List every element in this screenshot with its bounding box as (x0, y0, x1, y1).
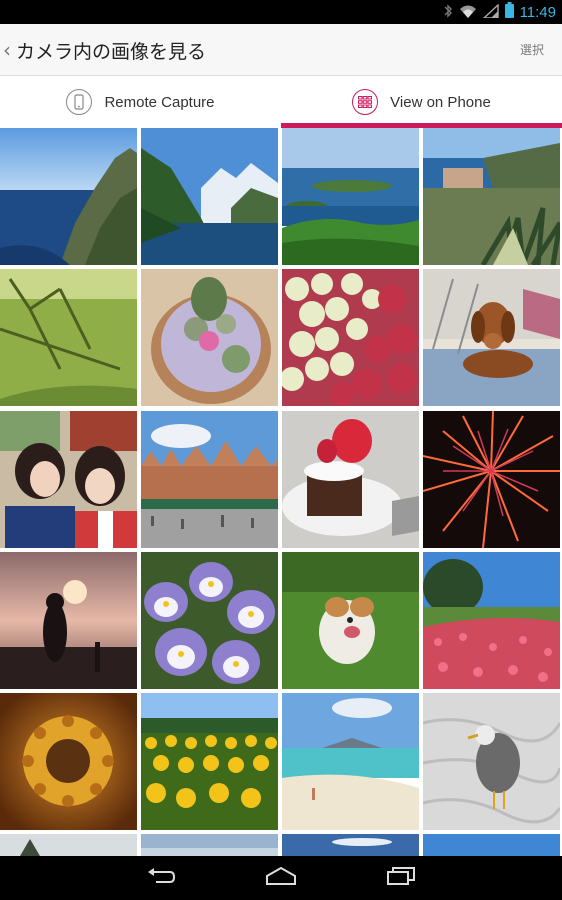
photo-thumbnail[interactable] (0, 411, 137, 548)
tab-view-on-phone[interactable]: View on Phone (281, 76, 562, 128)
tab-remote-capture-label: Remote Capture (104, 93, 215, 111)
status-time: 11:49 (519, 3, 556, 21)
grid-icon (352, 89, 379, 115)
status-icons: 11:49 (443, 0, 556, 24)
recent-apps-icon (386, 866, 416, 890)
photo-thumbnail[interactable] (0, 693, 137, 830)
photo-thumbnail[interactable] (282, 411, 419, 548)
status-bar: 11:49 (0, 0, 562, 24)
photo-thumbnail[interactable] (141, 834, 278, 856)
photo-thumbnail[interactable] (423, 128, 560, 265)
photo-thumbnail[interactable] (0, 552, 137, 689)
back-arrow-icon (146, 866, 176, 890)
back-button[interactable] (141, 864, 181, 892)
photo-thumbnail[interactable] (141, 128, 278, 265)
photo-thumbnail[interactable] (141, 269, 278, 406)
page-title[interactable]: カメラ内の画像を見る (16, 37, 206, 64)
navigation-bar (0, 856, 562, 900)
action-bar: ‹ カメラ内の画像を見る 選択 (0, 24, 562, 76)
photo-thumbnail[interactable] (423, 693, 560, 830)
home-icon (265, 866, 297, 890)
battery-icon (504, 2, 514, 22)
photo-thumbnail[interactable] (0, 269, 137, 406)
recent-apps-button[interactable] (381, 864, 421, 892)
back-chevron-icon[interactable]: ‹ (3, 38, 11, 62)
tab-bar: Remote Capture View on Phone (0, 76, 562, 128)
photo-thumbnail[interactable] (423, 411, 560, 548)
photo-thumbnail[interactable] (282, 693, 419, 830)
photo-thumbnail[interactable] (0, 834, 137, 856)
bluetooth-icon (443, 3, 453, 22)
wifi-icon (459, 3, 477, 22)
photo-thumbnail[interactable] (0, 128, 137, 265)
photo-thumbnail[interactable] (282, 834, 419, 856)
photo-thumbnail[interactable] (141, 693, 278, 830)
photo-thumbnail[interactable] (141, 411, 278, 548)
phone-icon (66, 89, 93, 115)
photo-thumbnail[interactable] (423, 269, 560, 406)
select-button[interactable]: 選択 (520, 41, 544, 58)
photo-thumbnail[interactable] (282, 269, 419, 406)
tab-remote-capture[interactable]: Remote Capture (0, 76, 281, 128)
photo-thumbnail[interactable] (423, 834, 560, 856)
photo-thumbnail[interactable] (282, 128, 419, 265)
tab-view-on-phone-label: View on Phone (390, 93, 491, 111)
photo-grid (0, 128, 562, 856)
photo-thumbnail[interactable] (141, 552, 278, 689)
home-button[interactable] (261, 864, 301, 892)
photo-thumbnail[interactable] (423, 552, 560, 689)
signal-icon (481, 2, 499, 22)
photo-thumbnail[interactable] (282, 552, 419, 689)
